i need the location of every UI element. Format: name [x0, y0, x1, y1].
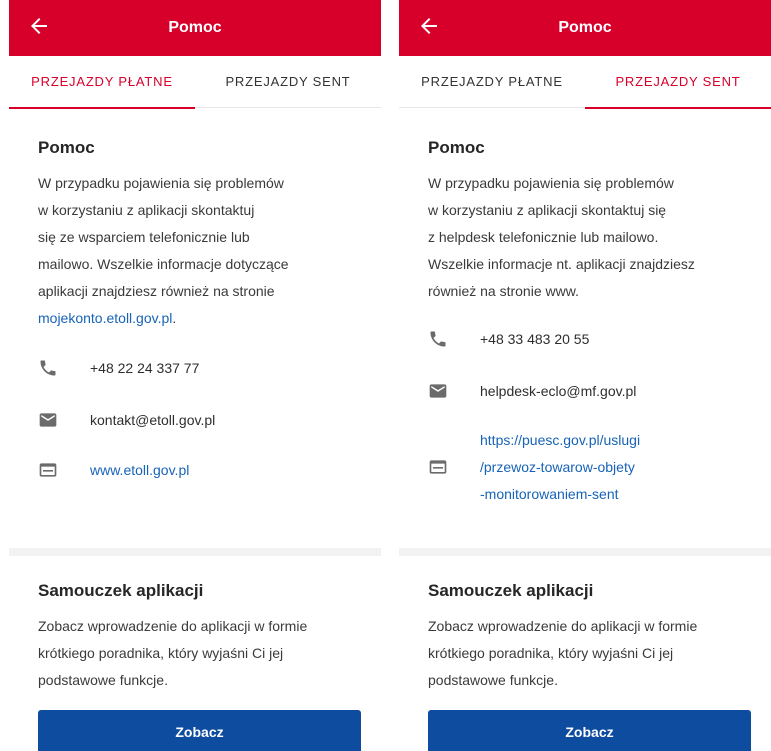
phone-number: +48 33 483 20 55 [480, 331, 590, 347]
mail-icon [39, 413, 57, 427]
tutorial-line: krótkiego poradnika, który wyjaśni Ci je… [38, 645, 284, 661]
contact-email[interactable]: kontakt@etoll.gov.pl [38, 412, 381, 428]
tab-przejazdy-platne[interactable]: PRZEJAZDY PŁATNE [399, 56, 585, 108]
email-address: kontakt@etoll.gov.pl [90, 412, 216, 428]
tab-przejazdy-platne[interactable]: PRZEJAZDY PŁATNE [9, 56, 195, 109]
tab-przejazdy-sent[interactable]: PRZEJAZDY SENT [585, 56, 771, 109]
tutorial-title: Samouczek aplikacji [428, 581, 594, 600]
email-address: helpdesk-eclo@mf.gov.pl [480, 383, 637, 399]
tutorial-description: Zobacz wprowadzenie do aplikacji w formi… [38, 613, 361, 694]
tutorial-line: krótkiego poradnika, który wyjaśni Ci je… [428, 645, 674, 661]
tutorial-line: Zobacz wprowadzenie do aplikacji w formi… [428, 618, 698, 634]
link-suffix: . [172, 310, 177, 326]
help-line: w korzystaniu z aplikacji skontaktuj [38, 202, 255, 218]
app-bar: Pomoc [399, 0, 771, 56]
web-window-icon [429, 460, 447, 474]
help-title: Pomoc [38, 138, 95, 157]
contact-phone[interactable]: +48 33 483 20 55 [428, 331, 771, 347]
help-title: Pomoc [428, 138, 485, 157]
tab-przejazdy-sent[interactable]: PRZEJAZDY SENT [195, 56, 381, 108]
web-window-icon [39, 463, 57, 477]
help-line: się ze wsparciem telefonicznie lub [38, 229, 250, 245]
website-link-line[interactable]: https://puesc.gov.pl/uslugi [480, 427, 771, 454]
contact-website[interactable]: https://puesc.gov.pl/uslugi /przewoz-tow… [428, 427, 771, 508]
zobacz-button[interactable]: Zobacz [428, 710, 751, 751]
help-description: W przypadku pojawienia się problemów w k… [428, 170, 751, 305]
tutorial-line: podstawowe funkcje. [38, 672, 168, 688]
help-line: aplikacji znajdziesz również na stronie [38, 283, 275, 299]
website-link-line[interactable]: /przewoz-towarow-objety [480, 454, 771, 481]
help-section: Pomoc W przypadku pojawienia się problem… [399, 138, 771, 305]
website-link-line[interactable]: -monitorowaniem-sent [480, 481, 771, 508]
help-line: Wszelkie informacje nt. aplikacji znajdz… [428, 256, 695, 272]
section-divider [399, 548, 771, 556]
contact-website[interactable]: www.etoll.gov.pl [38, 462, 381, 478]
tutorial-line: Zobacz wprowadzenie do aplikacji w formi… [38, 618, 308, 634]
mail-icon [429, 384, 447, 398]
help-section: Pomoc W przypadku pojawienia się problem… [9, 138, 381, 332]
help-line: z helpdesk telefonicznie lub mailowo. [428, 229, 659, 245]
phone-icon [430, 331, 446, 347]
help-line: W przypadku pojawienia się problemów [428, 175, 674, 191]
tutorial-section: Samouczek aplikacji Zobacz wprowadzenie … [399, 556, 771, 694]
mojekonto-link[interactable]: mojekonto.etoll.gov.pl [38, 310, 172, 326]
phone-number: +48 22 24 337 77 [90, 360, 200, 376]
right-screen: Pomoc PRZEJAZDY PŁATNE PRZEJAZDY SENT Po… [399, 0, 771, 751]
help-line: w korzystaniu z aplikacji skontaktuj się [428, 202, 667, 218]
website-link[interactable]: www.etoll.gov.pl [90, 462, 189, 478]
tutorial-line: podstawowe funkcje. [428, 672, 558, 688]
contact-phone[interactable]: +48 22 24 337 77 [38, 360, 381, 376]
section-divider [9, 548, 381, 556]
phone-icon [40, 360, 56, 376]
zobacz-button[interactable]: Zobacz [38, 710, 361, 751]
left-screen: Pomoc PRZEJAZDY PŁATNE PRZEJAZDY SENT Po… [9, 0, 381, 751]
help-line: również na stronie www. [428, 283, 579, 299]
tutorial-description: Zobacz wprowadzenie do aplikacji w formi… [428, 613, 751, 694]
help-description: W przypadku pojawienia się problemów w k… [38, 170, 361, 332]
tutorial-title: Samouczek aplikacji [38, 581, 204, 600]
tutorial-section: Samouczek aplikacji Zobacz wprowadzenie … [9, 556, 381, 694]
tab-bar: PRZEJAZDY PŁATNE PRZEJAZDY SENT [399, 56, 771, 109]
app-bar: Pomoc [9, 0, 381, 56]
help-line: W przypadku pojawienia się problemów [38, 175, 284, 191]
contact-email[interactable]: helpdesk-eclo@mf.gov.pl [428, 383, 771, 399]
tab-bar: PRZEJAZDY PŁATNE PRZEJAZDY SENT [9, 56, 381, 109]
help-line: mailowo. Wszelkie informacje dotyczące [38, 256, 289, 272]
